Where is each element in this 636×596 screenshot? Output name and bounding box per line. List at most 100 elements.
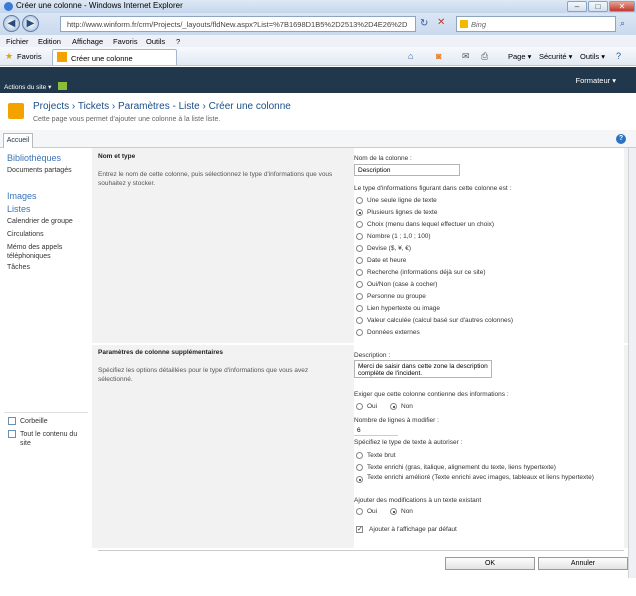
ok-button[interactable]: OK <box>445 557 535 570</box>
search-placeholder: Bing <box>471 20 487 29</box>
type-radio-person[interactable] <box>356 293 363 300</box>
maximize-button[interactable]: □ <box>588 1 608 12</box>
browser-tab[interactable]: Créer une colonne <box>52 49 177 65</box>
ribbon: Accueil ? <box>0 130 636 148</box>
texttype-rich-radio[interactable] <box>356 464 363 471</box>
section-description: Entrez le nom de cette colonne, puis sél… <box>98 171 333 187</box>
vertical-scrollbar[interactable] <box>628 148 636 578</box>
type-radio-external-data[interactable] <box>356 329 363 336</box>
address-url: http://www.winform.fr/crm/Projects/_layo… <box>67 20 407 29</box>
ql-lists[interactable]: Listes <box>7 204 31 214</box>
menu-view[interactable]: Affichage <box>72 37 103 46</box>
address-bar[interactable]: http://www.winform.fr/crm/Projects/_layo… <box>60 16 416 32</box>
lines-input[interactable]: 6 <box>354 425 398 436</box>
type-option-label: Plusieurs lignes de texte <box>367 209 438 216</box>
window-title: Créer une colonne - Windows Internet Exp… <box>16 1 183 10</box>
type-radio-multi-line[interactable] <box>356 209 363 216</box>
forward-button[interactable]: ▶ <box>22 15 39 32</box>
refresh-icon[interactable]: ↻ <box>420 18 428 29</box>
menu-edit[interactable]: Edition <box>38 37 61 46</box>
favorites-bar: ★ Favoris Créer une colonne ⌂ ◙ ✉ ⎙ Page… <box>0 47 636 66</box>
append-yes-label: Oui <box>367 508 378 515</box>
ql-calendar[interactable]: Calendrier de groupe <box>7 217 73 226</box>
security-menu[interactable]: Sécurité ▾ <box>539 52 572 61</box>
type-radio-number[interactable] <box>356 233 363 240</box>
required-no-radio[interactable] <box>390 403 397 410</box>
form-divider <box>98 550 624 551</box>
close-button[interactable]: ✕ <box>609 1 635 12</box>
type-radio-single-line[interactable] <box>356 197 363 204</box>
tab-home[interactable]: Accueil <box>3 133 33 148</box>
type-radio-calculated[interactable] <box>356 317 363 324</box>
breadcrumb[interactable]: Projects › Tickets › Paramètres - Liste … <box>33 101 291 112</box>
page-description: Cette page vous permet d'ajouter une col… <box>33 116 221 123</box>
type-option-label: Une seule ligne de texte <box>367 197 437 204</box>
default-view-checkbox[interactable]: ✓ <box>356 526 363 533</box>
tools-menu[interactable]: Outils ▾ <box>580 52 605 61</box>
menu-tools[interactable]: Outils <box>146 37 165 46</box>
type-radio-currency[interactable] <box>356 245 363 252</box>
type-radio-choice[interactable] <box>356 221 363 228</box>
cancel-button[interactable]: Annuler <box>538 557 628 570</box>
append-yes-radio[interactable] <box>356 508 363 515</box>
site-actions-menu[interactable]: Actions du site ▾ <box>4 83 51 91</box>
menu-help[interactable]: ? <box>176 37 180 46</box>
mail-icon[interactable]: ✉ <box>462 51 470 62</box>
ql-recycle-bin[interactable]: Corbeille <box>20 417 48 426</box>
ql-shared-documents[interactable]: Documents partagés <box>7 166 72 175</box>
texttype-option-label: Texte brut <box>367 452 396 459</box>
back-button[interactable]: ◀ <box>3 15 20 32</box>
page-menu[interactable]: Page ▾ <box>508 52 531 61</box>
append-no-label: Non <box>401 508 413 515</box>
page-bottom <box>0 578 636 596</box>
type-option-label: Lien hypertexte ou image <box>367 305 440 312</box>
menu-file[interactable]: Fichier <box>6 37 29 46</box>
section-name-type: Nom et type Entrez le nom de cette colon… <box>92 148 628 343</box>
type-radio-lookup[interactable] <box>356 269 363 276</box>
feeds-icon[interactable]: ◙ <box>436 51 441 61</box>
field-panel: Description : Merci de saisir dans cette… <box>354 345 624 548</box>
title-bar: Créer une colonne - Windows Internet Exp… <box>0 0 636 13</box>
ql-circulations[interactable]: Circulations <box>7 230 44 239</box>
required-label: Exiger que cette colonne contienne des i… <box>354 391 509 398</box>
print-icon[interactable]: ⎙ <box>481 51 488 62</box>
star-icon: ★ <box>5 51 14 61</box>
field-panel: Nom de la colonne : Description Le type … <box>354 148 624 343</box>
append-label: Ajouter des modifications à un texte exi… <box>354 497 482 504</box>
favorites-button[interactable]: Favoris <box>17 52 42 61</box>
sp-help-icon[interactable]: ? <box>616 134 626 144</box>
column-name-input[interactable]: Description <box>354 164 460 176</box>
section-title: Nom et type <box>98 153 136 160</box>
search-icon[interactable]: ⌕ <box>620 18 625 29</box>
ie-logo-icon <box>4 2 13 11</box>
type-option-label: Choix (menu dans lequel effectuer un cho… <box>367 221 495 228</box>
search-box[interactable]: Bing <box>456 16 616 32</box>
minimize-button[interactable]: – <box>567 1 587 12</box>
append-no-radio[interactable] <box>390 508 397 515</box>
tab-favicon-icon <box>57 52 67 62</box>
menu-favorites[interactable]: Favoris <box>113 37 138 46</box>
required-yes-radio[interactable] <box>356 403 363 410</box>
stop-icon[interactable]: ✕ <box>437 17 445 28</box>
ql-phone-memo[interactable]: Mémo des appels téléphoniques <box>7 243 87 261</box>
required-no-label: Non <box>401 403 413 410</box>
ql-libraries[interactable]: Bibliothèques <box>7 153 61 163</box>
help-icon[interactable]: ? <box>616 51 621 61</box>
texttype-enhanced-radio[interactable] <box>356 476 363 483</box>
user-menu[interactable]: Formateur ▾ <box>576 76 616 85</box>
description-textarea[interactable]: Merci de saisir dans cette zone la descr… <box>354 360 492 378</box>
ql-images[interactable]: Images <box>7 191 37 201</box>
texttype-plain-radio[interactable] <box>356 452 363 459</box>
type-radio-yesno[interactable] <box>356 281 363 288</box>
site-logo-icon <box>8 103 24 119</box>
type-option-label: Recherche (informations déjà sur ce site… <box>367 269 486 276</box>
section-title: Paramètres de colonne supplémentaires <box>98 349 223 356</box>
navigate-up-icon[interactable] <box>58 82 67 90</box>
all-content-icon <box>8 430 16 438</box>
type-radio-hyperlink[interactable] <box>356 305 363 312</box>
home-icon[interactable]: ⌂ <box>408 51 413 61</box>
ql-all-content[interactable]: Tout le contenu du site <box>20 430 90 448</box>
type-radio-datetime[interactable] <box>356 257 363 264</box>
ql-tasks[interactable]: Tâches <box>7 263 30 272</box>
address-row: ◀ ▶ http://www.winform.fr/crm/Projects/_… <box>0 13 636 35</box>
